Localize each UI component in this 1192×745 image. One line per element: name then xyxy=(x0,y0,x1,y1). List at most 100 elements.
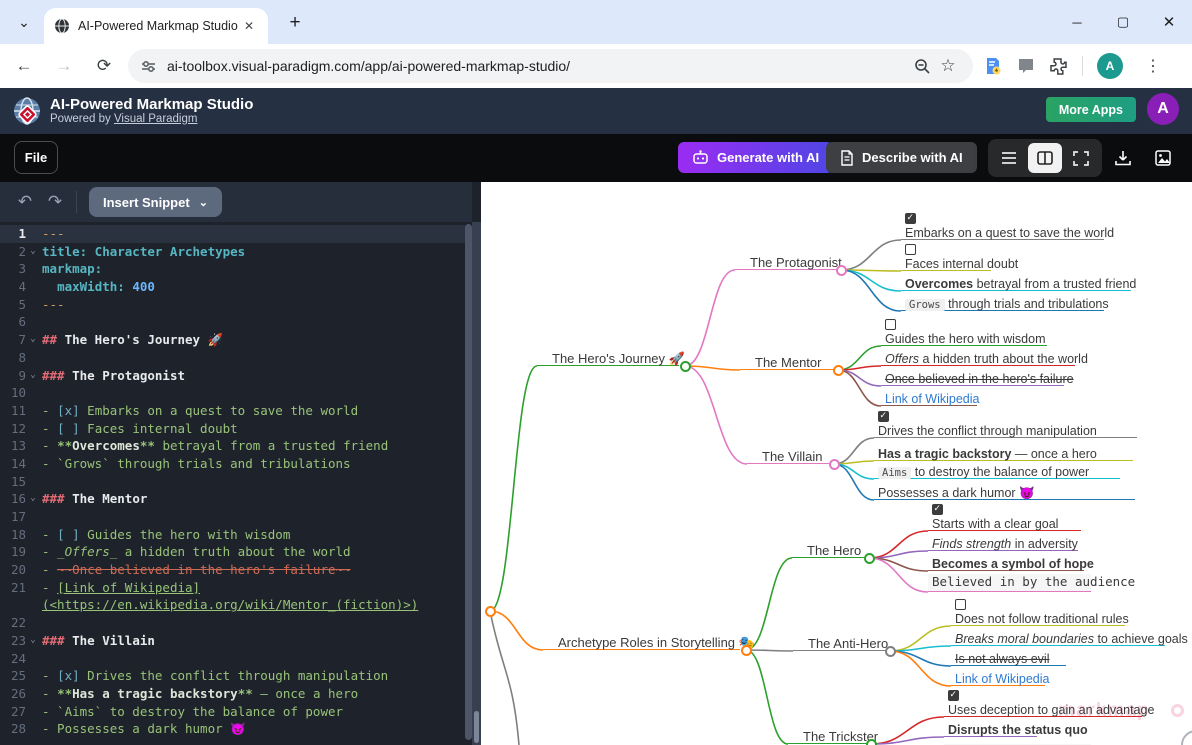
file-menu-button[interactable]: File xyxy=(14,141,58,174)
mindmap-circle-anti-hero[interactable] xyxy=(885,646,896,657)
mindmap-node-embarks[interactable]: Embarks on a quest to save the world xyxy=(901,224,1104,240)
mindmap-node-disrupts[interactable]: Disrupts the status quo xyxy=(944,721,1037,737)
code-line-4[interactable]: 4 maxWidth: 400 xyxy=(0,278,465,296)
mindmap-node-overcomes[interactable]: Overcomes betrayal from a trusted friend xyxy=(901,275,1131,291)
feedback-extension-icon[interactable] xyxy=(1017,57,1035,75)
task-checkbox-checked-icon[interactable] xyxy=(948,690,959,701)
mindmap-node-heros-journey[interactable]: The Hero's Journey 🚀 xyxy=(537,350,679,366)
code-line-7[interactable]: 7⌄## The Hero's Journey 🚀 xyxy=(0,331,465,349)
mindmap-node-starts[interactable]: Starts with a clear goal xyxy=(928,515,1081,531)
task-checkbox-unchecked-icon[interactable] xyxy=(955,599,966,610)
code-line-wrap[interactable]: (<https://en.wikipedia.org/wiki/Mentor_(… xyxy=(0,596,465,614)
code-line-25[interactable]: 25- [x] Drives the conflict through mani… xyxy=(0,667,465,685)
code-line-24[interactable]: 24 xyxy=(0,650,465,668)
code-line-27[interactable]: 27- `Aims` to destroy the balance of pow… xyxy=(0,703,465,721)
mindmap-node-guides[interactable]: Guides the hero with wisdom xyxy=(881,330,1047,346)
mindmap-circle-protagonist[interactable] xyxy=(836,265,847,276)
mindmap-node-uses-deception[interactable]: Uses deception to gain an advantage xyxy=(944,701,1142,717)
tab-search-chevron-icon[interactable]: ⌄ xyxy=(10,8,38,36)
code-line-1[interactable]: 1--- xyxy=(0,225,465,243)
mindmap-node-drives[interactable]: Drives the conflict through manipulation xyxy=(874,422,1137,438)
mindmap-node-aims[interactable]: Aims to destroy the balance of power xyxy=(874,463,1120,479)
mindmap-node-symbol[interactable]: Becomes a symbol of hope xyxy=(928,555,1084,571)
mindmap-node-finds[interactable]: Finds strength in adversity xyxy=(928,535,1078,551)
mindmap-node-hero[interactable]: The Hero xyxy=(792,542,864,558)
mindmap-node-protagonist[interactable]: The Protagonist xyxy=(735,254,836,270)
mindmap-node-not-evil[interactable]: Is not always evil xyxy=(951,650,1066,666)
code-line-28[interactable]: 28- Possesses a dark humor 😈 xyxy=(0,720,465,738)
fullscreen-view-button[interactable] xyxy=(1064,143,1098,173)
account-avatar[interactable]: A xyxy=(1147,93,1179,125)
split-view-button[interactable] xyxy=(1028,143,1062,173)
mindmap-circle-archetype[interactable] xyxy=(741,645,752,656)
mindmap-node-grows[interactable]: Grows through trials and tribulations xyxy=(901,295,1104,311)
mindmap-circle-heros-journey[interactable] xyxy=(680,361,691,372)
browser-menu-kebab-icon[interactable]: ⋮ xyxy=(1137,50,1169,82)
export-image-button[interactable] xyxy=(1151,147,1175,169)
fold-chevron-icon[interactable]: ⌄ xyxy=(26,367,40,385)
mindmap-node-breaks[interactable]: Breaks moral boundaries to achieve goals xyxy=(951,630,1165,646)
undo-icon[interactable]: ↶ xyxy=(10,189,40,215)
code-line-3[interactable]: 3markmap: xyxy=(0,260,465,278)
editor-scrollbar-thumb[interactable] xyxy=(465,224,472,740)
redo-icon[interactable]: ↷ xyxy=(40,189,70,215)
visual-paradigm-link[interactable]: Visual Paradigm xyxy=(114,113,198,125)
code-line-18[interactable]: 18- [ ] Guides the hero with wisdom xyxy=(0,526,465,544)
mindmap-node-dark-humor[interactable]: Possesses a dark humor 😈 xyxy=(874,484,1135,500)
task-checkbox-checked-icon[interactable] xyxy=(932,504,943,515)
code-line-26[interactable]: 26- **Has a tragic backstory** — once a … xyxy=(0,685,465,703)
task-checkbox-checked-icon[interactable] xyxy=(878,411,889,422)
mindmap-node-link-wiki-antihero[interactable]: Link of Wikipedia xyxy=(951,670,1045,686)
code-line-19[interactable]: 19- _Offers_ a hidden truth about the wo… xyxy=(0,543,465,561)
code-line-13[interactable]: 13- **Overcomes** betrayal from a truste… xyxy=(0,437,465,455)
describe-with-ai-button[interactable]: Describe with AI xyxy=(826,142,977,173)
site-settings-icon[interactable] xyxy=(140,58,157,75)
window-close-button[interactable]: ✕ xyxy=(1146,0,1192,44)
mindmap-node-archetype[interactable]: Archetype Roles in Storytelling 🎭 xyxy=(543,634,740,650)
mindmap-node-tragic[interactable]: Has a tragic backstory — once a hero xyxy=(874,445,1133,461)
code-line-12[interactable]: 12- [ ] Faces internal doubt xyxy=(0,420,465,438)
fold-chevron-icon[interactable]: ⌄ xyxy=(26,243,40,261)
mindmap-root-circle[interactable] xyxy=(485,606,496,617)
fold-chevron-icon[interactable]: ⌄ xyxy=(26,632,40,650)
mindmap-circle-trickster[interactable] xyxy=(866,739,877,745)
mindmap-node-does-not[interactable]: Does not follow traditional rules xyxy=(951,610,1125,626)
bookmark-star-icon[interactable]: ☆ xyxy=(935,53,961,79)
browser-tab[interactable]: AI-Powered Markmap Studio ✕ xyxy=(44,8,268,44)
fold-chevron-icon[interactable]: ⌄ xyxy=(26,331,40,349)
mindmap-node-link-wiki-mentor[interactable]: Link of Wikipedia xyxy=(881,390,977,406)
mindmap-canvas[interactable]: markmap The Hero's Journey 🚀The Protagon… xyxy=(481,182,1192,745)
code-line-15[interactable]: 15 xyxy=(0,473,465,491)
profile-avatar[interactable]: A xyxy=(1097,53,1123,79)
code-line-17[interactable]: 17 xyxy=(0,508,465,526)
tab-close-icon[interactable]: ✕ xyxy=(240,17,258,35)
sidepanel-extension-icon[interactable] xyxy=(983,56,1003,76)
mindmap-circle-hero[interactable] xyxy=(864,553,875,564)
mindmap-node-once-believed[interactable]: Once believed in the hero's failure xyxy=(881,370,1064,386)
download-button[interactable] xyxy=(1111,147,1135,169)
window-minimize-button[interactable]: ─ xyxy=(1054,0,1100,44)
mindmap-node-offers[interactable]: Offers a hidden truth about the world xyxy=(881,350,1075,366)
new-tab-button[interactable]: + xyxy=(282,12,308,34)
fold-chevron-icon[interactable]: ⌄ xyxy=(26,490,40,508)
code-line-2[interactable]: 2⌄title: Character Archetypes xyxy=(0,243,465,261)
generate-with-ai-button[interactable]: Generate with AI xyxy=(678,142,833,173)
code-line-14[interactable]: 14- `Grows` through trials and tribulati… xyxy=(0,455,465,473)
code-line-20[interactable]: 20- ~~Once believed in the hero's failur… xyxy=(0,561,465,579)
code-line-23[interactable]: 23⌄### The Villain xyxy=(0,632,465,650)
code-line-8[interactable]: 8 xyxy=(0,349,465,367)
editor-view-button[interactable] xyxy=(992,143,1026,173)
mindmap-node-mentor[interactable]: The Mentor xyxy=(740,354,833,370)
mindmap-node-anti-hero[interactable]: The Anti-Hero xyxy=(793,635,885,651)
code-line-11[interactable]: 11- [x] Embarks on a quest to save the w… xyxy=(0,402,465,420)
task-checkbox-checked-icon[interactable] xyxy=(905,213,916,224)
window-maximize-button[interactable]: ▢ xyxy=(1100,0,1146,44)
extensions-puzzle-icon[interactable] xyxy=(1049,57,1068,76)
code-line-10[interactable]: 10 xyxy=(0,384,465,402)
code-line-9[interactable]: 9⌄### The Protagonist xyxy=(0,367,465,385)
mindmap-node-villain[interactable]: The Villain xyxy=(747,448,829,464)
mindmap-circle-mentor[interactable] xyxy=(833,365,844,376)
code-line-6[interactable]: 6 xyxy=(0,313,465,331)
address-bar[interactable]: ai-toolbox.visual-paradigm.com/app/ai-po… xyxy=(128,49,973,83)
mindmap-node-trickster[interactable]: The Trickster xyxy=(788,728,866,744)
